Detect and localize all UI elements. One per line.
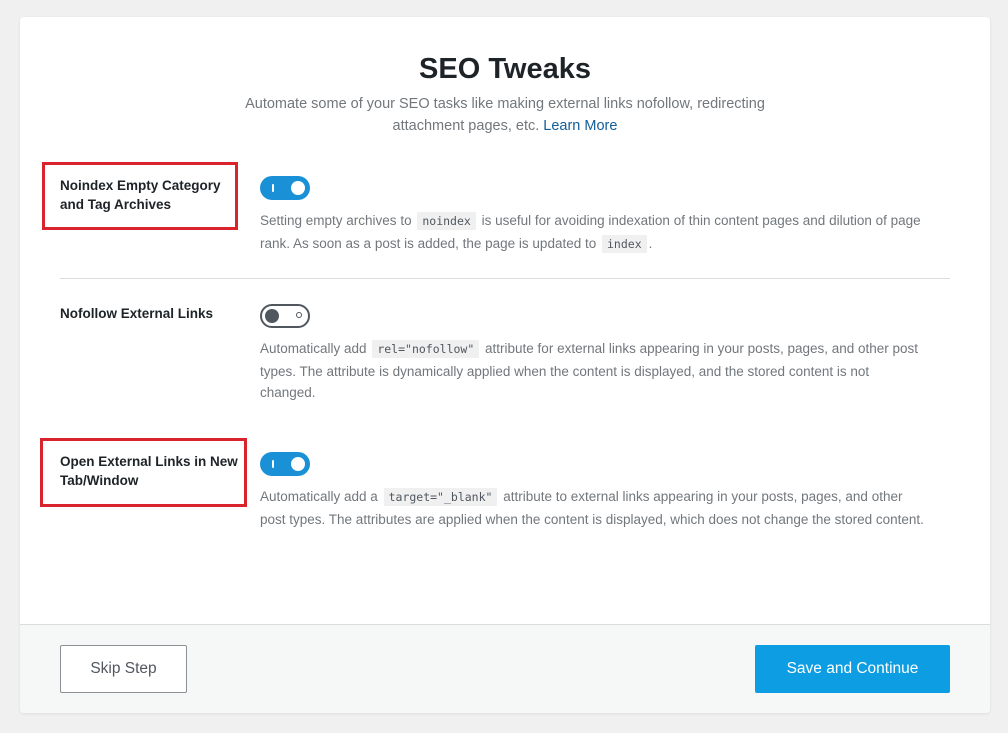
subtitle-text: Automate some of your SEO tasks like mak… [245, 96, 765, 134]
desc-text: Automatically add [260, 341, 367, 356]
toggle-on-icon [272, 460, 274, 468]
desc-text: . [648, 235, 653, 251]
code-snippet: noindex [417, 212, 476, 230]
toggle-knob [291, 181, 305, 195]
learn-more-link[interactable]: Learn More [543, 118, 617, 134]
setup-wizard-card: SEO Tweaks Automate some of your SEO tas… [20, 17, 990, 713]
setting-label-nofollow-external-links: Nofollow External Links [60, 306, 214, 321]
setting-label-open-links-new-tab: Open External Links in New Tab/Window [60, 454, 238, 488]
skip-step-button[interactable]: Skip Step [60, 645, 187, 693]
toggle-knob [291, 457, 305, 471]
toggle-off-icon [296, 312, 302, 318]
desc-text: Setting empty archives to [260, 213, 412, 228]
desc-text: Automatically add a [260, 489, 378, 504]
code-snippet: rel="nofollow" [372, 340, 480, 358]
setting-label-noindex-empty-archives: Noindex Empty Category and Tag Archives [60, 178, 221, 212]
wizard-footer: Skip Step Save and Continue [20, 624, 990, 713]
setting-description-nofollow-external-links: Automatically add rel="nofollow" attribu… [260, 338, 925, 404]
code-snippet: index [602, 234, 647, 253]
toggle-nofollow-external-links[interactable] [260, 304, 310, 328]
page-subtitle: Automate some of your SEO tasks like mak… [225, 93, 785, 137]
toggle-on-icon [272, 184, 274, 192]
toggle-knob [265, 309, 279, 323]
setting-description-noindex-empty-archives: Setting empty archives to noindex is use… [260, 210, 925, 255]
save-and-continue-button[interactable]: Save and Continue [755, 645, 950, 693]
setting-description-open-links-new-tab: Automatically add a target="_blank" attr… [260, 486, 925, 530]
code-snippet: target="_blank" [383, 488, 498, 506]
section-divider [60, 278, 950, 279]
toggle-noindex-empty-archives[interactable] [260, 176, 310, 200]
toggle-open-links-new-tab[interactable] [260, 452, 310, 476]
page-title: SEO Tweaks [419, 53, 591, 85]
